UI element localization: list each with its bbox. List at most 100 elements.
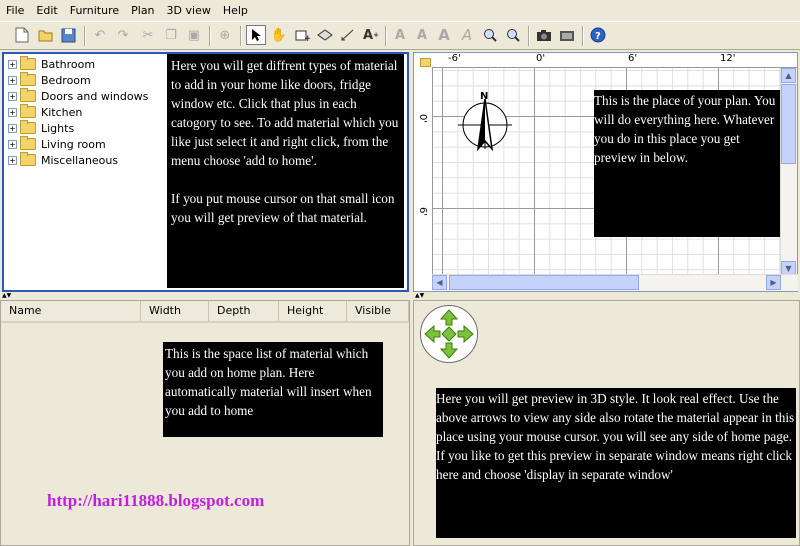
horizontal-scroll-thumb[interactable]: [449, 275, 639, 290]
catalog-category-label: Living room: [41, 137, 106, 151]
menu-3d-view[interactable]: 3D view: [161, 4, 217, 17]
text-size-1-icon[interactable]: A: [390, 25, 410, 45]
help-icon[interactable]: ?: [588, 25, 608, 45]
catalog-category-label: Doors and windows: [41, 89, 149, 103]
expand-plus-icon[interactable]: +: [8, 107, 17, 117]
open-icon[interactable]: [36, 25, 56, 45]
ruler-left-label: 6': [417, 206, 429, 217]
scroll-right-button[interactable]: ▶: [766, 275, 781, 290]
ruler-top-label: 0': [536, 53, 546, 64]
3d-navigation-control: [420, 305, 478, 363]
plan-vertical-scrollbar[interactable]: ▲ ▼: [780, 68, 797, 276]
create-dimensions-icon[interactable]: [338, 25, 358, 45]
folder-icon: [20, 136, 36, 150]
expand-plus-icon[interactable]: +: [8, 155, 17, 165]
toolbar: ↶ ↷ ✂ ❐ ▣ ⊕ ✋ + A + A A A A ?: [0, 21, 800, 50]
nav-center-diamond[interactable]: [441, 326, 457, 342]
menu-plan[interactable]: Plan: [125, 4, 160, 17]
cut-icon[interactable]: ✂: [138, 25, 158, 45]
expand-plus-icon[interactable]: +: [8, 123, 17, 133]
save-icon[interactable]: [58, 25, 78, 45]
copy-icon[interactable]: ❐: [161, 25, 181, 45]
vertical-scroll-thumb[interactable]: [781, 84, 796, 164]
menu-file[interactable]: File: [0, 4, 30, 17]
vertical-ruler: 0' 6': [414, 67, 433, 275]
folder-icon: [20, 104, 36, 118]
horizontal-ruler: -6' 0' 6' 12': [432, 53, 797, 68]
expand-plus-icon[interactable]: +: [8, 91, 17, 101]
catalog-category-label: Miscellaneous: [41, 153, 119, 167]
menu-bar: File Edit Furniture Plan 3D view Help: [0, 0, 800, 20]
catalog-category-row[interactable]: + Lights: [8, 120, 148, 136]
plan-level-icon: [420, 58, 431, 67]
catalog-category-row[interactable]: + Miscellaneous: [8, 152, 148, 168]
folder-icon: [20, 88, 36, 102]
catalog-category-row[interactable]: + Bedroom: [8, 72, 148, 88]
redo-icon[interactable]: ↷: [113, 25, 133, 45]
plan-panel[interactable]: -6' 0' 6' 12' 0' 6' N This is the place …: [413, 52, 798, 292]
column-header-width[interactable]: Width: [141, 301, 209, 321]
3d-view-help-note: Here you will get preview in 3D style. I…: [436, 388, 796, 538]
catalog-tree: + Bathroom + Bedroom + Doors and windows + Kitc…: [8, 56, 148, 168]
3d-note-paragraph-2: If you like to get this preview in separ…: [436, 448, 792, 482]
video-icon[interactable]: [557, 25, 577, 45]
catalog-category-row[interactable]: + Bathroom: [8, 56, 148, 72]
paste-icon[interactable]: ▣: [184, 25, 204, 45]
nav-up-arrow[interactable]: [439, 309, 459, 326]
scroll-left-button[interactable]: ◀: [432, 275, 447, 290]
compass-north-label: N: [480, 91, 488, 102]
expand-plus-icon[interactable]: +: [8, 75, 17, 85]
add-furniture-icon[interactable]: ⊕: [215, 25, 235, 45]
folder-icon: [20, 72, 36, 86]
expand-plus-icon[interactable]: +: [8, 59, 17, 69]
right-split-divider[interactable]: ▲▼: [413, 292, 800, 300]
nav-right-arrow[interactable]: [457, 324, 474, 344]
text-size-3-icon[interactable]: A: [434, 25, 454, 45]
column-header-visible[interactable]: Visible: [347, 301, 409, 321]
text-size-2-icon[interactable]: A: [412, 25, 432, 45]
furniture-catalog-panel: + Bathroom + Bedroom + Doors and windows + Kitc…: [2, 52, 409, 292]
plan-horizontal-scrollbar[interactable]: ◀ ▶: [432, 274, 798, 291]
catalog-note-paragraph-1: Here you will get diffrent types of mate…: [171, 58, 399, 168]
folder-icon: [20, 120, 36, 134]
folder-icon: [20, 56, 36, 70]
ruler-top-label: 12': [720, 53, 736, 64]
plan-help-note: This is the place of your plan. You will…: [594, 90, 780, 237]
pan-hand-icon[interactable]: ✋: [269, 25, 289, 45]
furniture-list-panel: Name Width Depth Height Visible This is …: [0, 300, 410, 546]
zoom-in-icon[interactable]: [480, 25, 500, 45]
new-file-icon[interactable]: [12, 25, 32, 45]
ruler-left-label: 0': [417, 113, 429, 124]
menu-help[interactable]: Help: [217, 4, 254, 17]
scroll-up-button[interactable]: ▲: [781, 68, 796, 83]
text-size-4-icon[interactable]: A: [457, 25, 477, 45]
column-header-depth[interactable]: Depth: [209, 301, 279, 321]
blog-url-watermark: http://hari11888.blogspot.com: [47, 491, 265, 510]
catalog-category-row[interactable]: + Doors and windows: [8, 88, 148, 104]
add-text-icon[interactable]: A +: [361, 25, 381, 45]
expand-plus-icon[interactable]: +: [8, 139, 17, 149]
menu-furniture[interactable]: Furniture: [64, 4, 125, 17]
compass-rose[interactable]: N: [458, 91, 518, 153]
catalog-category-row[interactable]: + Kitchen: [8, 104, 148, 120]
undo-icon[interactable]: ↶: [90, 25, 110, 45]
3d-view-panel[interactable]: Here you will get preview in 3D style. I…: [413, 300, 800, 546]
ruler-top-label: -6': [448, 53, 461, 64]
create-rooms-icon[interactable]: [315, 25, 335, 45]
catalog-help-note: Here you will get diffrent types of mate…: [167, 54, 404, 288]
create-walls-icon[interactable]: +: [292, 25, 312, 45]
column-header-height[interactable]: Height: [279, 301, 347, 321]
photo-icon[interactable]: [534, 25, 554, 45]
column-header-name[interactable]: Name: [1, 301, 141, 321]
svg-text:+: +: [304, 34, 310, 42]
svg-text:?: ?: [595, 31, 601, 42]
left-split-divider[interactable]: ▲▼: [0, 292, 410, 300]
nav-down-arrow[interactable]: [439, 342, 459, 359]
catalog-category-label: Bathroom: [41, 57, 96, 71]
catalog-category-row[interactable]: + Living room: [8, 136, 148, 152]
select-arrow-icon[interactable]: [246, 25, 266, 45]
zoom-out-icon[interactable]: [503, 25, 523, 45]
catalog-note-paragraph-2: If you put mouse cursor on that small ic…: [171, 191, 395, 225]
nav-left-arrow[interactable]: [424, 324, 441, 344]
menu-edit[interactable]: Edit: [30, 4, 63, 17]
